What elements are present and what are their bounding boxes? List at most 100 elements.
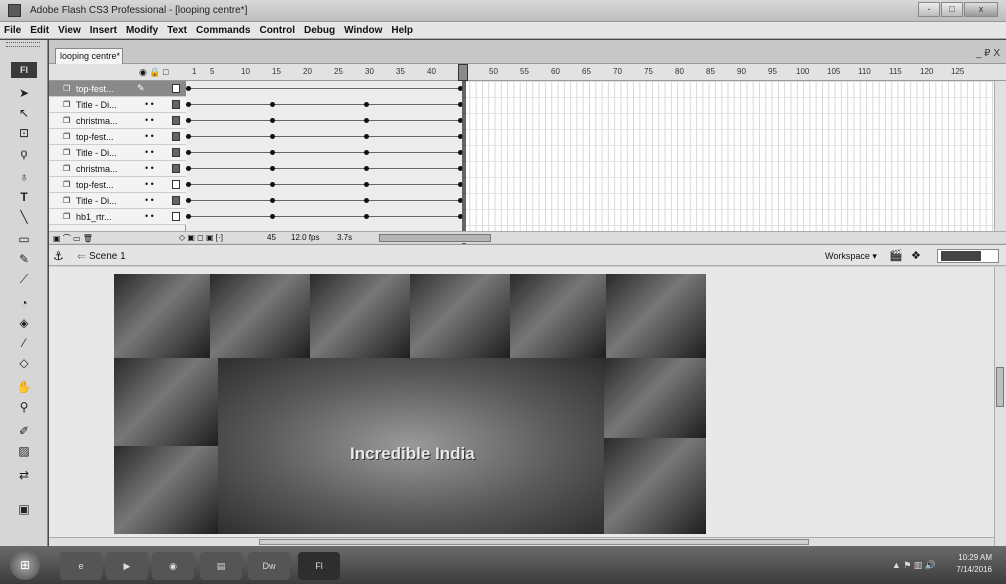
menu-control[interactable]: Control [259,25,295,36]
outline-box[interactable] [172,196,180,205]
stage-vertical-scrollbar[interactable] [994,267,1006,546]
menu-text[interactable]: Text [167,25,187,36]
outline-box[interactable] [172,84,180,93]
frame-row[interactable] [186,97,463,113]
menu-debug[interactable]: Debug [304,25,335,36]
frame-row[interactable] [186,161,463,177]
workspace-menu[interactable]: Workspace ▾ [825,251,877,262]
eyedropper-icon[interactable]: ⁄ [13,334,35,352]
close-button[interactable]: x [964,2,998,17]
layer-row[interactable]: ❐ Title - Di... • • [49,97,186,113]
outline-box[interactable] [172,132,180,141]
visibility-dots[interactable]: • • [145,195,154,205]
outline-box[interactable] [172,180,180,189]
menu-help[interactable]: Help [391,25,413,36]
menu-view[interactable]: View [58,25,81,36]
text-icon[interactable]: T [13,188,35,206]
frame-row[interactable] [186,177,463,193]
tray-clock[interactable]: 10:29 AM 7/14/2016 [956,552,992,576]
visibility-dots[interactable]: • • [145,147,154,157]
ie-icon[interactable]: e [60,552,102,580]
brush-icon[interactable]: ⟋ [13,270,35,288]
menu-commands[interactable]: Commands [196,25,250,36]
layer-row[interactable]: ❐ christma... • • [49,113,186,129]
visibility-dots[interactable]: • • [145,99,154,109]
scroll-thumb[interactable] [259,539,809,545]
browser-icon[interactable]: ◉ [152,552,194,580]
visibility-dots[interactable]: • • [145,115,154,125]
zoom-select[interactable] [937,249,999,263]
system-tray-icons[interactable]: ▲ ⚑ ▥ 🔊 [892,560,936,571]
subselect-icon[interactable]: ↖ [13,104,35,122]
onion-skin-icons[interactable]: ◇ ▣ ◻ ▣ [·] [179,233,223,242]
outline-box[interactable] [172,116,180,125]
outline-box[interactable] [172,164,180,173]
visibility-dots[interactable]: • • [145,163,154,173]
eraser-icon[interactable]: ◇ [13,354,35,372]
scroll-thumb[interactable] [996,367,1004,407]
stroke-color-icon[interactable]: ✐ [13,422,35,440]
layer-visibility-lock-icons[interactable]: ◉ 🔒 □ [139,67,169,78]
outline-box[interactable] [172,100,180,109]
layer-tools-icons[interactable]: ▣ ⌒ ▭ 🗑 [53,233,93,244]
pen-icon[interactable]: ♁ [13,168,35,186]
layer-row[interactable]: ❐ Title - Di... • • [49,145,186,161]
paint-bucket-icon[interactable]: ◈ [13,314,35,332]
frame-row[interactable] [186,145,463,161]
media-player-icon[interactable]: ▶ [106,552,148,580]
explorer-icon[interactable]: ▤ [200,552,242,580]
layer-row[interactable]: ❐ Title - Di... • • [49,193,186,209]
frame-row[interactable] [186,81,463,97]
start-button[interactable]: ⊞ [10,550,40,580]
edit-symbol-icon[interactable]: ❖ [911,249,921,262]
layer-row[interactable]: ❐ hb1_rtr... • • [49,209,186,225]
arrow-icon[interactable]: ➤ [13,84,35,102]
rectangle-icon[interactable]: ▭ [13,230,35,248]
maximize-button[interactable]: □ [941,2,963,17]
menu-file[interactable]: File [4,25,21,36]
minimize-button[interactable]: - [918,2,940,17]
fill-color-icon[interactable]: ▨ [13,442,35,460]
visibility-dots[interactable]: • • [145,131,154,141]
menu-edit[interactable]: Edit [30,25,49,36]
visibility-dots[interactable]: • • [145,179,154,189]
stage-horizontal-scrollbar[interactable] [49,537,994,546]
panel-grip[interactable] [6,42,40,47]
menu-window[interactable]: Window [344,25,382,36]
edit-scene-icon[interactable]: 🎬 [889,249,903,262]
hand-icon[interactable]: ✋ [13,378,35,396]
timeline-vertical-scrollbar[interactable] [994,81,1006,231]
pencil-icon[interactable]: ✎ [13,250,35,268]
frame-row[interactable] [186,193,463,209]
tab-looping-centre[interactable]: looping centre* [55,48,123,64]
menu-modify[interactable]: Modify [126,25,158,36]
timeline-horizontal-scrollbar[interactable] [379,234,491,242]
layer-row[interactable]: ❐ top-fest... • • [49,177,186,193]
layer-row[interactable]: ❐ top-fest... ✎ [49,81,186,97]
line-icon[interactable]: ╲ [13,208,35,226]
layer-row[interactable]: ❐ top-fest... • • [49,129,186,145]
free-transform-icon[interactable]: ⊡ [13,124,35,142]
scene-label[interactable]: Scene 1 [89,251,126,262]
document-window-controls[interactable]: _ ₽ X [976,48,1000,59]
frame-row[interactable] [186,209,463,225]
back-arrow-icon[interactable]: ⇐ [77,250,86,263]
menu-insert[interactable]: Insert [90,25,117,36]
ink-bottle-icon[interactable]: ◔ [13,294,35,312]
lasso-icon[interactable]: ϙ [13,144,35,162]
frame-row[interactable] [186,129,463,145]
frame-row[interactable] [186,113,463,129]
options-icon[interactable]: ▣ [13,500,35,518]
zoom-icon[interactable]: ⚲ [13,398,35,416]
playhead[interactable] [462,64,466,250]
swap-colors-icon[interactable]: ⇄ [13,466,35,484]
outline-box[interactable] [172,212,180,221]
outline-box[interactable] [172,148,180,157]
layer-row[interactable]: ❐ christma... • • [49,161,186,177]
visibility-dots[interactable]: • • [145,211,154,221]
timeline-toggle-icon[interactable]: ⚓ [53,249,64,263]
frame-grid[interactable] [186,81,1006,231]
stage-canvas[interactable]: Incredible India [114,274,706,534]
frame-ruler[interactable]: 1 5 10 15 20 25 30 35 40 45 50 55 60 65 … [186,64,1006,81]
dreamweaver-taskbar-button[interactable]: Dw [248,552,290,580]
